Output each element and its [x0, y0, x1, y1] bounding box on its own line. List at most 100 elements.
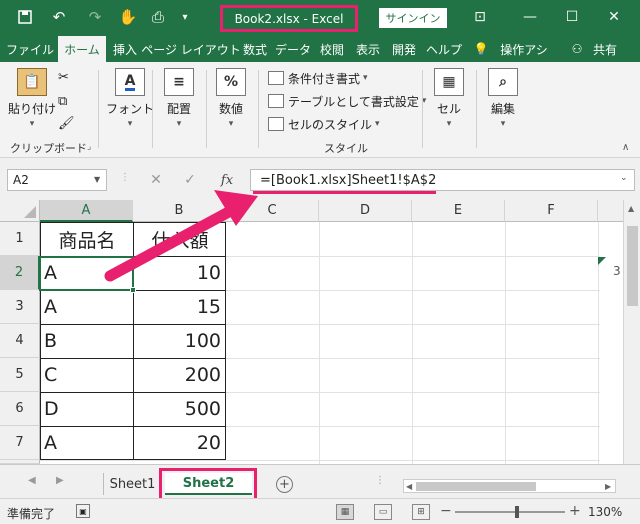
cell-b5[interactable]: 200: [134, 358, 226, 392]
scroll-left-icon[interactable]: ◀: [406, 482, 412, 491]
zoom-level[interactable]: 130%: [588, 505, 622, 519]
row-header-2[interactable]: 2: [0, 256, 40, 290]
cell-a1[interactable]: 商品名: [41, 222, 133, 256]
macro-record-icon[interactable]: ▣: [76, 504, 90, 518]
zoom-out-icon[interactable]: −: [440, 503, 452, 519]
cells-button[interactable]: ▦ セル ▾: [434, 68, 464, 129]
row-header-7[interactable]: 7: [0, 426, 40, 460]
column-header-b[interactable]: B: [133, 200, 226, 222]
cell-b6[interactable]: 500: [134, 392, 226, 426]
touch-mode-icon[interactable]: ✋: [116, 6, 140, 28]
sheet-tab-sheet2[interactable]: Sheet2: [165, 473, 252, 495]
vertical-scroll-thumb[interactable]: [627, 226, 638, 306]
print-preview-icon[interactable]: ⎙: [146, 6, 170, 28]
column-header-c[interactable]: C: [226, 200, 319, 222]
previous-sheet-icon[interactable]: ◀: [28, 475, 36, 486]
ribbon-display-icon[interactable]: ⊡: [466, 6, 494, 28]
column-header-f[interactable]: F: [505, 200, 598, 222]
cell-a7[interactable]: A: [41, 426, 133, 460]
row-header-6[interactable]: 6: [0, 392, 40, 426]
vertical-scrollbar[interactable]: ▲: [623, 200, 640, 464]
tab-data[interactable]: データ: [272, 36, 314, 62]
cell-b4[interactable]: 100: [134, 324, 226, 358]
page-break-view-icon[interactable]: ⊞: [412, 504, 430, 520]
copy-icon[interactable]: ⧉: [58, 94, 67, 109]
horizontal-scroll-thumb[interactable]: [416, 482, 536, 491]
tab-home[interactable]: ホーム: [58, 36, 106, 62]
scroll-right-icon[interactable]: ▶: [605, 482, 611, 491]
tab-insert[interactable]: 挿入: [108, 36, 142, 62]
zoom-slider[interactable]: [455, 511, 565, 513]
zoom-slider-thumb[interactable]: [515, 506, 519, 518]
cell-a4[interactable]: B: [41, 324, 133, 358]
chevron-down-icon[interactable]: ▼: [94, 175, 100, 184]
status-ready: 準備完了: [7, 507, 56, 521]
ribbon-divider: [152, 70, 153, 148]
horizontal-scrollbar[interactable]: ◀ ▶: [403, 479, 616, 493]
dialog-launcher-icon[interactable]: ⌟: [87, 142, 91, 152]
maximize-icon[interactable]: ☐: [558, 6, 586, 28]
chevron-down-icon: ▾: [500, 119, 506, 129]
cut-icon[interactable]: ✂: [58, 70, 69, 85]
row-header-1[interactable]: 1: [0, 222, 40, 256]
enter-icon[interactable]: ✓: [180, 169, 200, 191]
formula-input[interactable]: =[Book1.xlsx]Sheet1!$A$2: [250, 169, 635, 191]
name-box[interactable]: A2: [7, 169, 107, 191]
select-all-corner[interactable]: [0, 200, 40, 222]
collapse-ribbon-icon[interactable]: ∧: [622, 142, 629, 153]
sheet-tab-sheet1[interactable]: Sheet1: [103, 473, 161, 495]
editing-label: 編集: [490, 102, 515, 116]
cell-b7[interactable]: 20: [134, 426, 226, 460]
cancel-icon[interactable]: ✕: [146, 169, 166, 191]
conditional-formatting-button[interactable]: 条件付き書式 ▾: [268, 68, 368, 88]
customize-toolbar-icon[interactable]: ▾: [176, 6, 194, 28]
cell-b3[interactable]: 15: [134, 290, 226, 324]
row-header-4[interactable]: 4: [0, 324, 40, 358]
number-format-button[interactable]: % 数値 ▾: [216, 68, 246, 129]
format-painter-icon[interactable]: 🖌: [58, 116, 75, 131]
share-button[interactable]: 共有: [586, 36, 624, 62]
tab-help[interactable]: ヘルプ: [422, 36, 466, 62]
add-sheet-icon[interactable]: +: [276, 476, 293, 493]
cell-styles-button[interactable]: セルのスタイル ▾: [268, 114, 380, 134]
undo-icon[interactable]: ↶: [44, 6, 74, 28]
page-layout-view-icon[interactable]: ▭: [374, 504, 392, 520]
tab-file[interactable]: ファイル: [4, 36, 56, 62]
row-header-3[interactable]: 3: [0, 290, 40, 324]
signin-button[interactable]: サインイン: [379, 8, 447, 28]
cell-b2[interactable]: 10: [134, 256, 226, 290]
cell-a5[interactable]: C: [41, 358, 133, 392]
tab-formulas[interactable]: 数式: [238, 36, 272, 62]
alignment-button[interactable]: ≡ 配置 ▾: [164, 68, 194, 129]
cell-a2[interactable]: A: [41, 256, 133, 290]
tab-view[interactable]: 表示: [350, 36, 386, 62]
cell-b1[interactable]: 仕入額: [134, 222, 226, 256]
tab-page-layout[interactable]: ページ レイアウト: [141, 36, 241, 62]
column-header-a[interactable]: A: [40, 200, 133, 222]
next-sheet-icon[interactable]: ▶: [56, 475, 64, 486]
format-as-table-button[interactable]: テーブルとして書式設定 ▾: [268, 91, 426, 111]
row-header-5[interactable]: 5: [0, 358, 40, 392]
column-header-d[interactable]: D: [319, 200, 412, 222]
column-header-e[interactable]: E: [412, 200, 505, 222]
close-icon[interactable]: ✕: [600, 6, 628, 28]
redo-icon[interactable]: ↷: [80, 6, 110, 28]
tell-me-search[interactable]: 操作アシ: [492, 36, 556, 62]
cell-a3[interactable]: A: [41, 290, 133, 324]
insert-function-icon[interactable]: fx: [216, 169, 238, 191]
gridline: [412, 222, 413, 464]
scroll-up-icon[interactable]: ▲: [628, 204, 634, 213]
editing-button[interactable]: ⌕ 編集 ▾: [488, 68, 518, 129]
minimize-icon[interactable]: —: [516, 6, 544, 28]
paste-button[interactable]: 📋 貼り付け ▾: [8, 68, 56, 129]
save-icon[interactable]: [14, 6, 36, 28]
expand-formula-icon[interactable]: ⌄: [620, 173, 628, 183]
fill-handle[interactable]: [130, 287, 136, 293]
tab-review[interactable]: 校閲: [314, 36, 350, 62]
tab-developer[interactable]: 開発: [386, 36, 422, 62]
column-header-partial[interactable]: [598, 200, 623, 222]
normal-view-icon[interactable]: ▦: [336, 504, 354, 520]
font-button[interactable]: A フォント ▾: [106, 68, 154, 129]
zoom-in-icon[interactable]: +: [569, 503, 581, 519]
cell-a6[interactable]: D: [41, 392, 133, 426]
